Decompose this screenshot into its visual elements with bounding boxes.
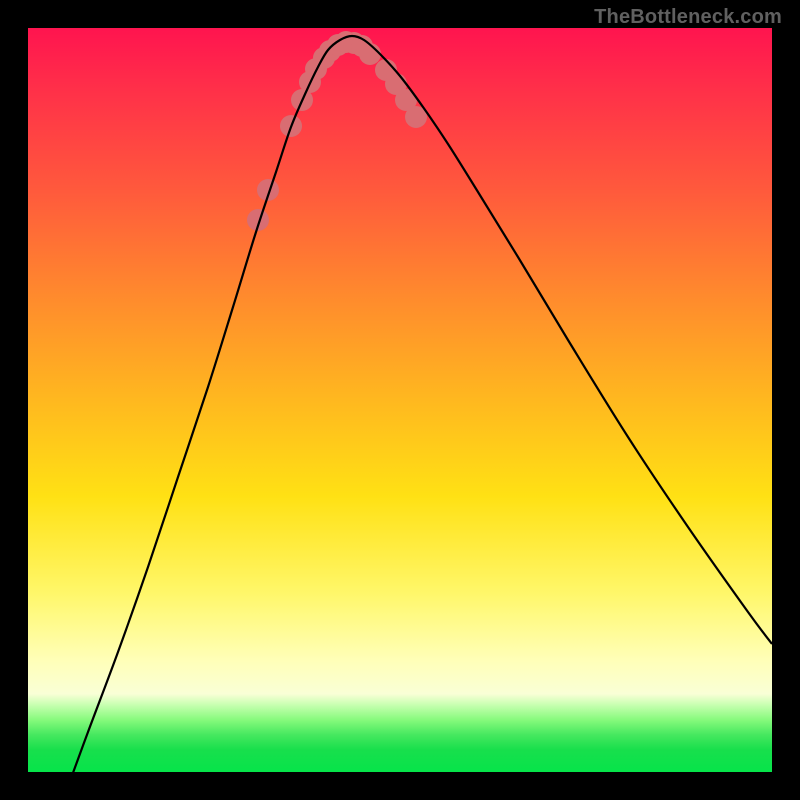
chart-svg [28, 28, 772, 772]
chart-plot-area [28, 28, 772, 772]
curve-marker-dot [359, 43, 381, 65]
curve-markers [247, 31, 427, 231]
chart-frame: TheBottleneck.com [0, 0, 800, 800]
watermark-text: TheBottleneck.com [594, 6, 782, 29]
bottleneck-curve [66, 36, 772, 772]
